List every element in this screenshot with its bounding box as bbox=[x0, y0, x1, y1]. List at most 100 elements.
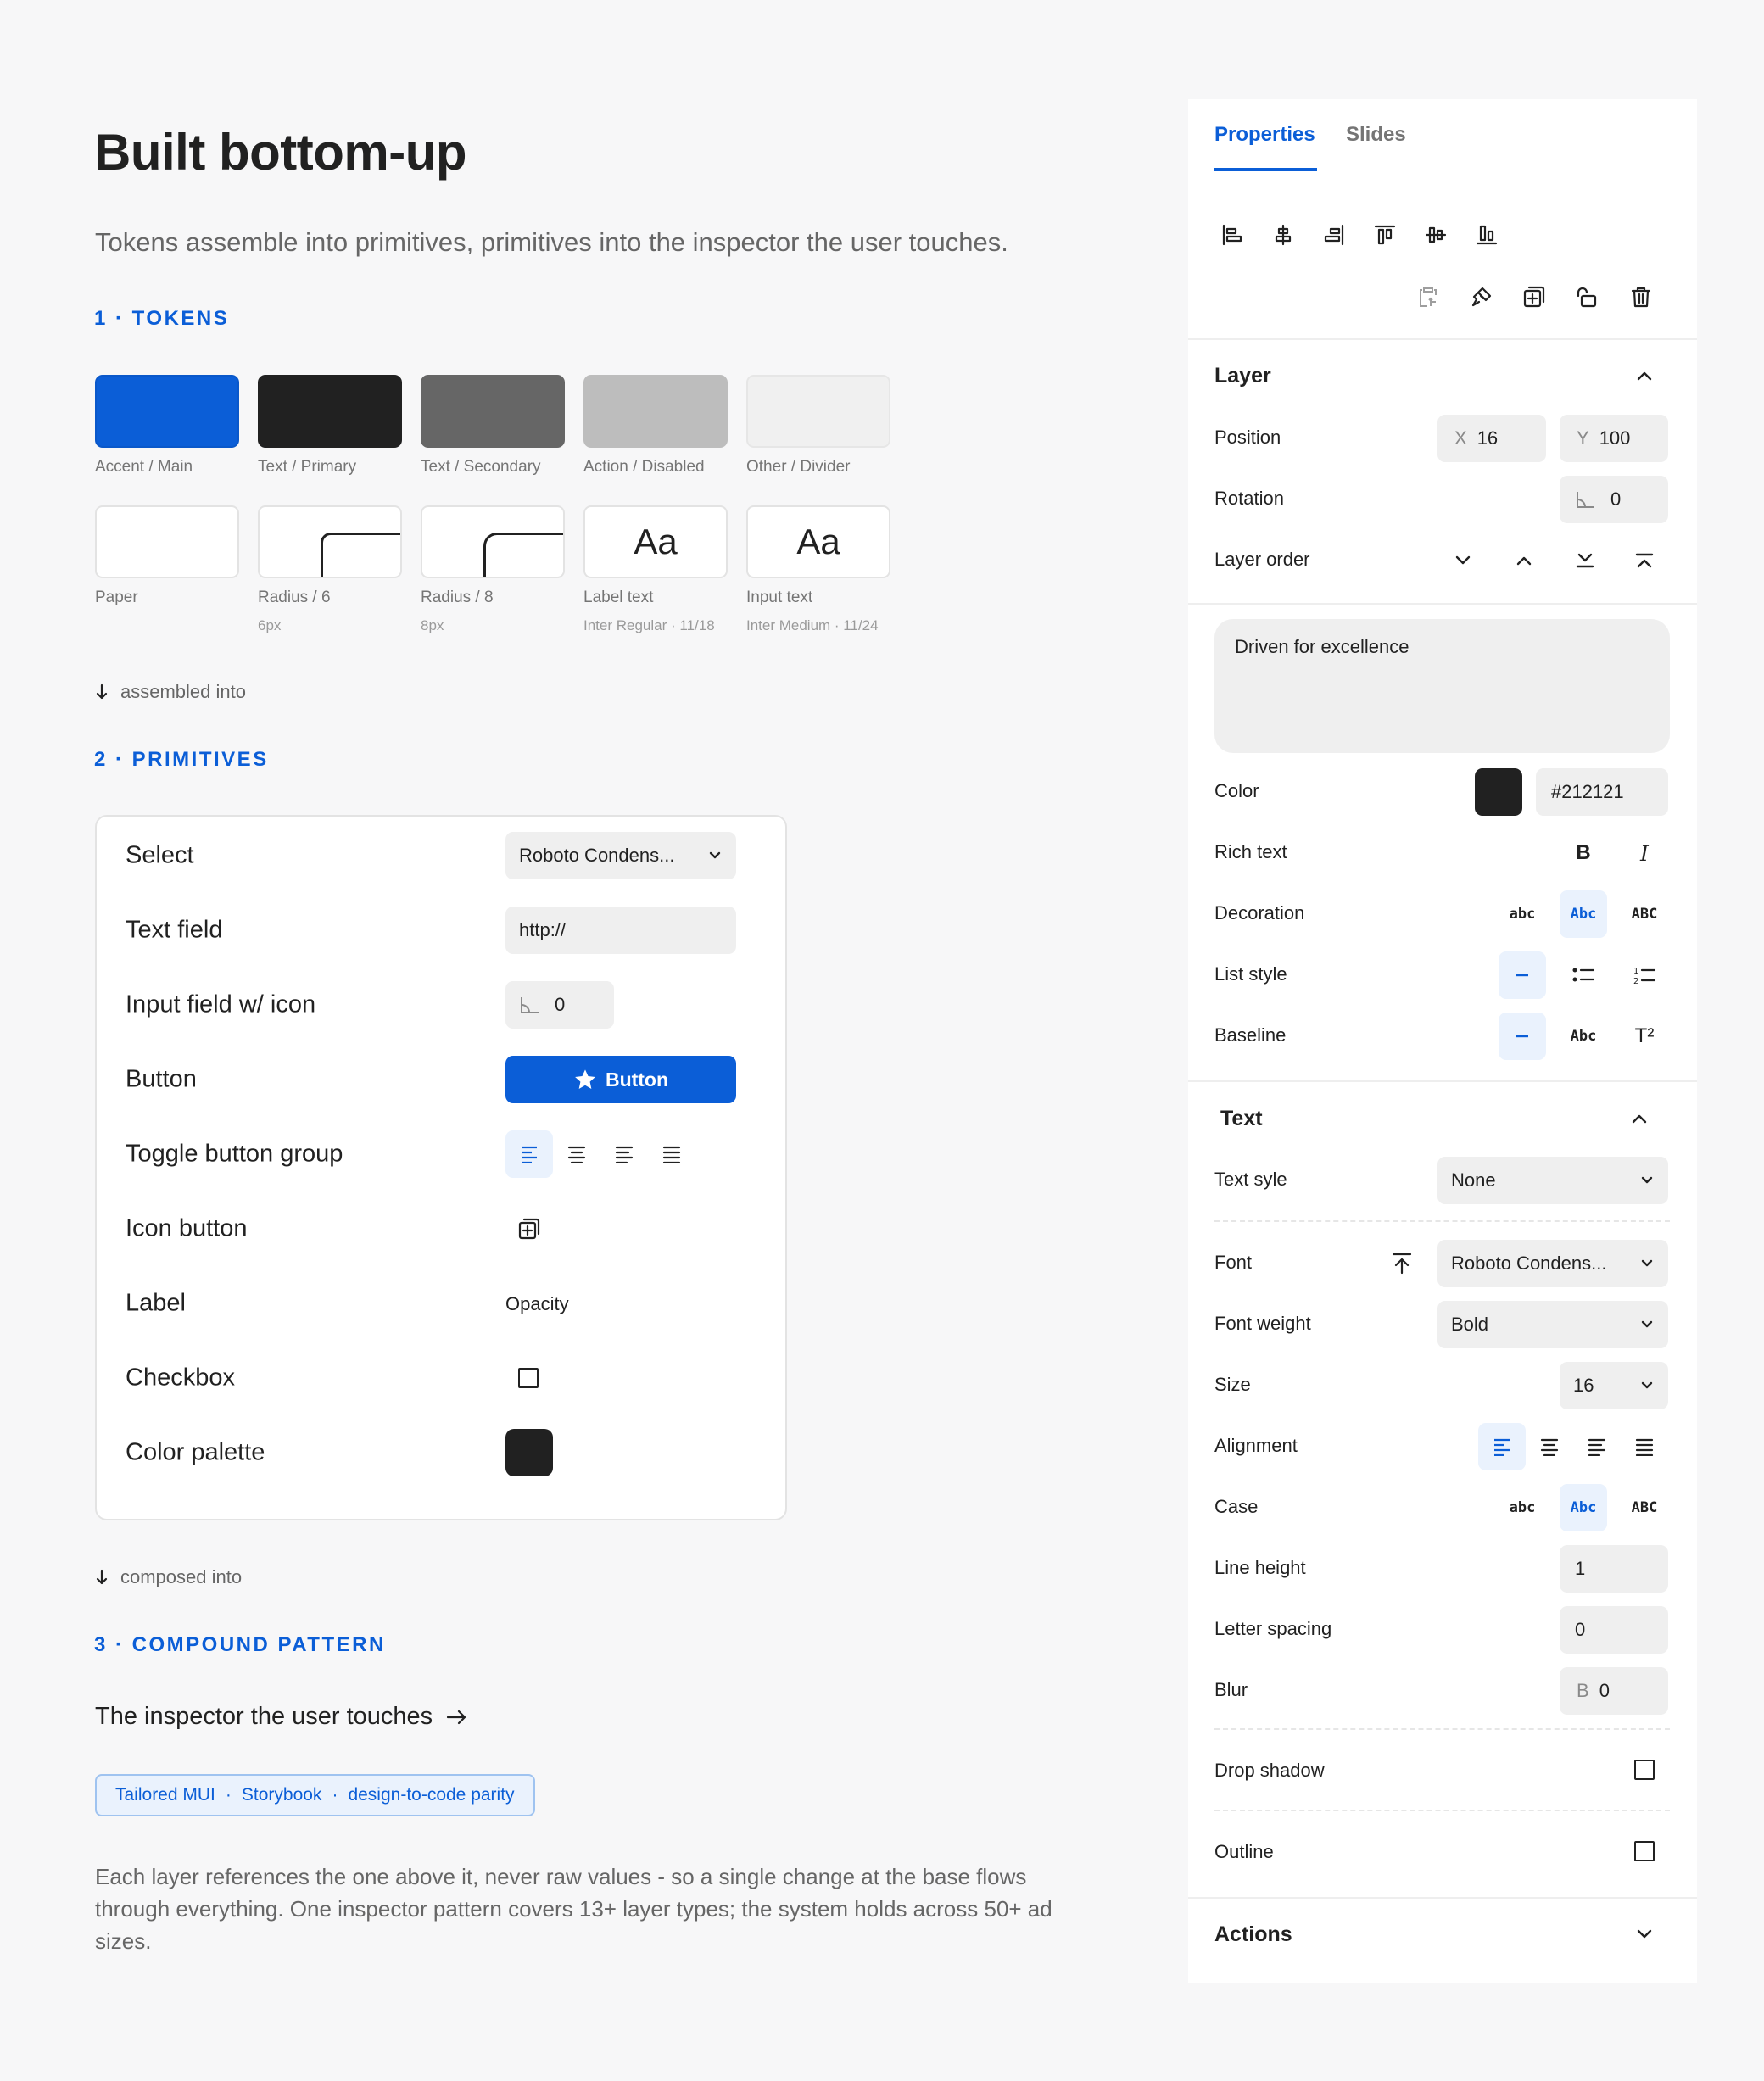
send-to-back-button[interactable] bbox=[1561, 537, 1609, 584]
align-top-edges-icon bbox=[1374, 225, 1396, 245]
rotation-value: 0 bbox=[1610, 488, 1622, 510]
blur-value: 0 bbox=[1599, 1680, 1610, 1701]
color-swatch-button[interactable] bbox=[505, 1429, 553, 1476]
primitive-row-icon-button: Icon button bbox=[97, 1191, 785, 1266]
blur-input[interactable]: B 0 bbox=[1560, 1667, 1668, 1715]
text-align-justify-button[interactable] bbox=[1621, 1423, 1668, 1470]
url-text-field[interactable]: http:// bbox=[505, 907, 736, 954]
duplicate-icon-button[interactable] bbox=[505, 1205, 553, 1253]
italic-button[interactable]: I bbox=[1621, 829, 1668, 877]
baseline-normal-button[interactable] bbox=[1499, 1013, 1546, 1060]
text-align-left-button[interactable] bbox=[1478, 1423, 1526, 1470]
bring-forward-button[interactable] bbox=[1500, 537, 1548, 584]
tab-indicator bbox=[1214, 168, 1317, 171]
align-left-edges-button[interactable] bbox=[1209, 211, 1256, 259]
duplicate-button[interactable] bbox=[1510, 273, 1558, 321]
text-collapse-button[interactable] bbox=[1616, 1095, 1663, 1142]
lock-button[interactable] bbox=[1563, 273, 1610, 321]
align-justify-toggle[interactable] bbox=[648, 1130, 695, 1178]
align-vertical-center-button[interactable] bbox=[1412, 211, 1460, 259]
size-value: 16 bbox=[1573, 1375, 1594, 1396]
color-hex-input[interactable]: #212121 bbox=[1536, 768, 1668, 816]
delete-button[interactable] bbox=[1617, 273, 1665, 321]
case-uppercase-button[interactable]: ABC bbox=[1621, 1484, 1668, 1531]
primitive-row-text-field: Text field http:// bbox=[97, 893, 785, 968]
align-right-toggle[interactable] bbox=[600, 1130, 648, 1178]
tab-properties[interactable]: Properties bbox=[1214, 123, 1315, 147]
dash-icon bbox=[1516, 974, 1528, 977]
text-section-title: Text bbox=[1220, 1107, 1263, 1130]
baseline-subscript-button[interactable]: Abc bbox=[1560, 1013, 1607, 1060]
compound-heading: 3 · COMPOUND PATTERN bbox=[94, 1633, 386, 1656]
decoration-lowercase-button[interactable]: abc bbox=[1499, 890, 1546, 938]
divider bbox=[1188, 1897, 1697, 1899]
letter-spacing-label: Letter spacing bbox=[1214, 1618, 1332, 1639]
list-none-button[interactable] bbox=[1499, 951, 1546, 999]
primary-button[interactable]: Button bbox=[505, 1056, 736, 1103]
angle-icon bbox=[1577, 492, 1594, 508]
actions-expand-button[interactable] bbox=[1621, 1911, 1668, 1958]
duplicate-icon bbox=[1523, 286, 1545, 308]
position-x-input[interactable]: X 16 bbox=[1437, 415, 1546, 462]
text-style-label: Text syle bbox=[1214, 1169, 1287, 1190]
token-label: Text / Primary bbox=[258, 458, 357, 476]
size-select[interactable]: 16 bbox=[1560, 1362, 1668, 1409]
primitive-label: Button bbox=[126, 1065, 197, 1093]
align-justify-icon bbox=[1635, 1438, 1654, 1456]
decoration-uppercase-button[interactable]: ABC bbox=[1621, 890, 1668, 938]
text-align-center-button[interactable] bbox=[1526, 1423, 1573, 1470]
align-left-toggle[interactable] bbox=[505, 1130, 553, 1178]
list-numbered-button[interactable]: 12 bbox=[1621, 951, 1668, 999]
align-horizontal-center-icon bbox=[1275, 224, 1292, 246]
font-select[interactable]: Roboto Condens... bbox=[505, 832, 736, 879]
token-label: Label text bbox=[583, 589, 654, 606]
bring-to-front-button[interactable] bbox=[1621, 537, 1668, 584]
text-align-right-button[interactable] bbox=[1573, 1423, 1621, 1470]
align-right-edges-button[interactable] bbox=[1310, 211, 1358, 259]
case-capitalize-button[interactable]: Abc bbox=[1560, 1484, 1607, 1531]
copy-style-button[interactable] bbox=[1458, 273, 1505, 321]
swatch bbox=[421, 375, 565, 448]
token-input-text: Aa Input text Inter Medium · 11/24 bbox=[746, 505, 890, 634]
inspector-link[interactable]: The inspector the user touches bbox=[95, 1703, 468, 1731]
font-weight-select[interactable]: Bold bbox=[1437, 1301, 1668, 1348]
drop-shadow-label: Drop shadow bbox=[1214, 1760, 1325, 1781]
checkbox[interactable] bbox=[518, 1368, 539, 1388]
inspector-link-text: The inspector the user touches bbox=[95, 1703, 433, 1730]
size-label: Size bbox=[1214, 1374, 1251, 1395]
baseline-superscript-button[interactable]: T² bbox=[1621, 1013, 1668, 1060]
text-style-select[interactable]: None bbox=[1437, 1157, 1668, 1204]
case-lowercase-button[interactable]: abc bbox=[1499, 1484, 1546, 1531]
align-bottom-edges-button[interactable] bbox=[1463, 211, 1510, 259]
align-center-icon bbox=[1540, 1438, 1559, 1456]
position-label: Position bbox=[1214, 427, 1281, 448]
rotation-input[interactable]: 0 bbox=[505, 981, 614, 1029]
tag-separator: · bbox=[225, 1785, 232, 1805]
angle-icon bbox=[521, 997, 539, 1013]
align-center-toggle[interactable] bbox=[553, 1130, 600, 1178]
layer-collapse-button[interactable] bbox=[1621, 352, 1668, 399]
tag: design-to-code parity bbox=[348, 1785, 515, 1805]
outline-checkbox[interactable] bbox=[1634, 1841, 1655, 1861]
swatch bbox=[258, 375, 402, 448]
drop-shadow-checkbox[interactable] bbox=[1634, 1760, 1655, 1780]
font-select[interactable]: Roboto Condens... bbox=[1437, 1240, 1668, 1287]
align-top-edges-button[interactable] bbox=[1361, 211, 1409, 259]
align-horizontal-center-button[interactable] bbox=[1259, 211, 1307, 259]
opacity-label: Opacity bbox=[505, 1293, 569, 1314]
list-bullet-button[interactable] bbox=[1560, 951, 1607, 999]
send-backward-button[interactable] bbox=[1439, 537, 1487, 584]
text-content-input[interactable]: Driven for excellence bbox=[1214, 619, 1670, 753]
letter-spacing-input[interactable]: 0 bbox=[1560, 1606, 1668, 1654]
line-height-input[interactable]: 1 bbox=[1560, 1545, 1668, 1593]
tab-slides[interactable]: Slides bbox=[1346, 123, 1406, 147]
paste-style-button[interactable] bbox=[1404, 273, 1452, 321]
text-color-swatch[interactable] bbox=[1475, 768, 1522, 816]
bold-button[interactable]: B bbox=[1560, 829, 1607, 877]
radius-sample bbox=[321, 533, 400, 577]
position-y-input[interactable]: Y 100 bbox=[1560, 415, 1668, 462]
rotation-input[interactable]: 0 bbox=[1560, 476, 1668, 523]
primitive-label: Label bbox=[126, 1289, 186, 1317]
upload-font-button[interactable] bbox=[1378, 1240, 1426, 1287]
decoration-capitalize-button[interactable]: Abc bbox=[1560, 890, 1607, 938]
